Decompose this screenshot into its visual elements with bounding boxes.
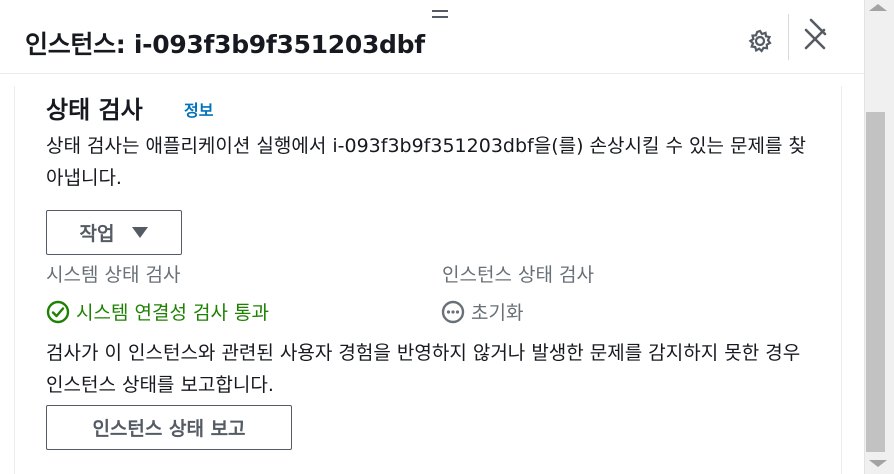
section-description: 상태 검사는 애플리케이션 실행에서 i-093f3b9f351203dbf을(… [46, 135, 806, 189]
scrollbar-thumb[interactable] [866, 112, 885, 452]
panel-title: 인스턴스: i-093f3b9f351203dbf [25, 30, 425, 59]
system-check-status-text: 시스템 연결성 검사 통과 [76, 302, 269, 324]
pending-icon [441, 300, 465, 323]
section-title: 상태 검사 [46, 96, 143, 124]
system-check-label: 시스템 상태 검사 [46, 264, 181, 286]
instance-details-panel: 인스턴스: i-093f3b9f351203dbf 상태 검사 정보 상태 검사… [0, 0, 894, 474]
report-instance-status-button[interactable]: 인스턴스 상태 보고 [46, 405, 292, 450]
system-check-status: 시스템 연결성 검사 통과 [46, 298, 269, 325]
report-description: 검사가 이 인스턴스와 관련된 사용자 경험을 반영하지 않거나 발생한 문제를… [46, 342, 801, 396]
header-divider [788, 14, 789, 60]
report-button-label: 인스턴스 상태 보고 [92, 418, 246, 440]
instance-check-status: 초기화 [441, 298, 523, 325]
drag-handle-icon[interactable] [432, 10, 448, 20]
check-circle-icon [46, 300, 70, 323]
panel-header: 인스턴스: i-093f3b9f351203dbf [0, 0, 864, 74]
actions-dropdown-button[interactable]: 작업 [46, 210, 182, 255]
actions-button-label: 작업 [79, 223, 115, 245]
caret-down-icon [132, 227, 149, 238]
close-icon[interactable] [801, 18, 829, 56]
instance-check-status-text: 초기화 [471, 302, 524, 324]
gear-icon[interactable] [747, 28, 773, 54]
content-border-left [14, 86, 15, 474]
info-link[interactable]: 정보 [184, 97, 213, 121]
content-border-right [841, 86, 842, 474]
scroll-up-arrow-icon[interactable] [869, 4, 887, 11]
instance-check-label: 인스턴스 상태 검사 [442, 264, 594, 286]
scroll-down-arrow-icon[interactable] [869, 460, 887, 467]
